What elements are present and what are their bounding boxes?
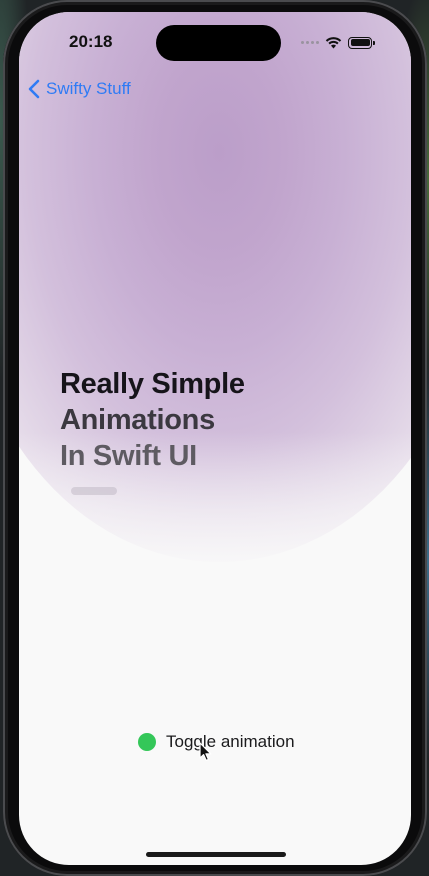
title-line-2: Animations <box>60 404 215 436</box>
status-dot-icon <box>138 733 156 751</box>
hero-title: Really Simple Animations In Swift UI <box>60 366 245 474</box>
title-line-3: In Swift UI <box>60 440 197 472</box>
app-screen: 20:18 Swifty Stuff Really Simple Animati… <box>19 12 411 865</box>
title-line-1: Really Simple <box>60 368 245 400</box>
status-indicators <box>301 36 375 49</box>
iphone-frame: 20:18 Swifty Stuff Really Simple Animati… <box>3 0 427 876</box>
chevron-left-icon <box>28 79 40 99</box>
home-indicator[interactable] <box>146 852 286 857</box>
battery-icon <box>348 36 375 49</box>
dynamic-island <box>156 25 281 61</box>
toggle-animation-label: Toggle animation <box>166 732 295 751</box>
back-button-label: Swifty Stuff <box>46 79 131 98</box>
back-button[interactable]: Swifty Stuff <box>28 79 131 99</box>
toggle-animation-button[interactable]: Toggle animation <box>138 732 295 752</box>
wifi-icon <box>325 37 342 49</box>
blurred-decoration <box>71 487 117 495</box>
cellular-signal-icon <box>301 41 319 44</box>
status-time: 20:18 <box>69 32 113 51</box>
mouse-pointer-icon <box>199 742 212 761</box>
